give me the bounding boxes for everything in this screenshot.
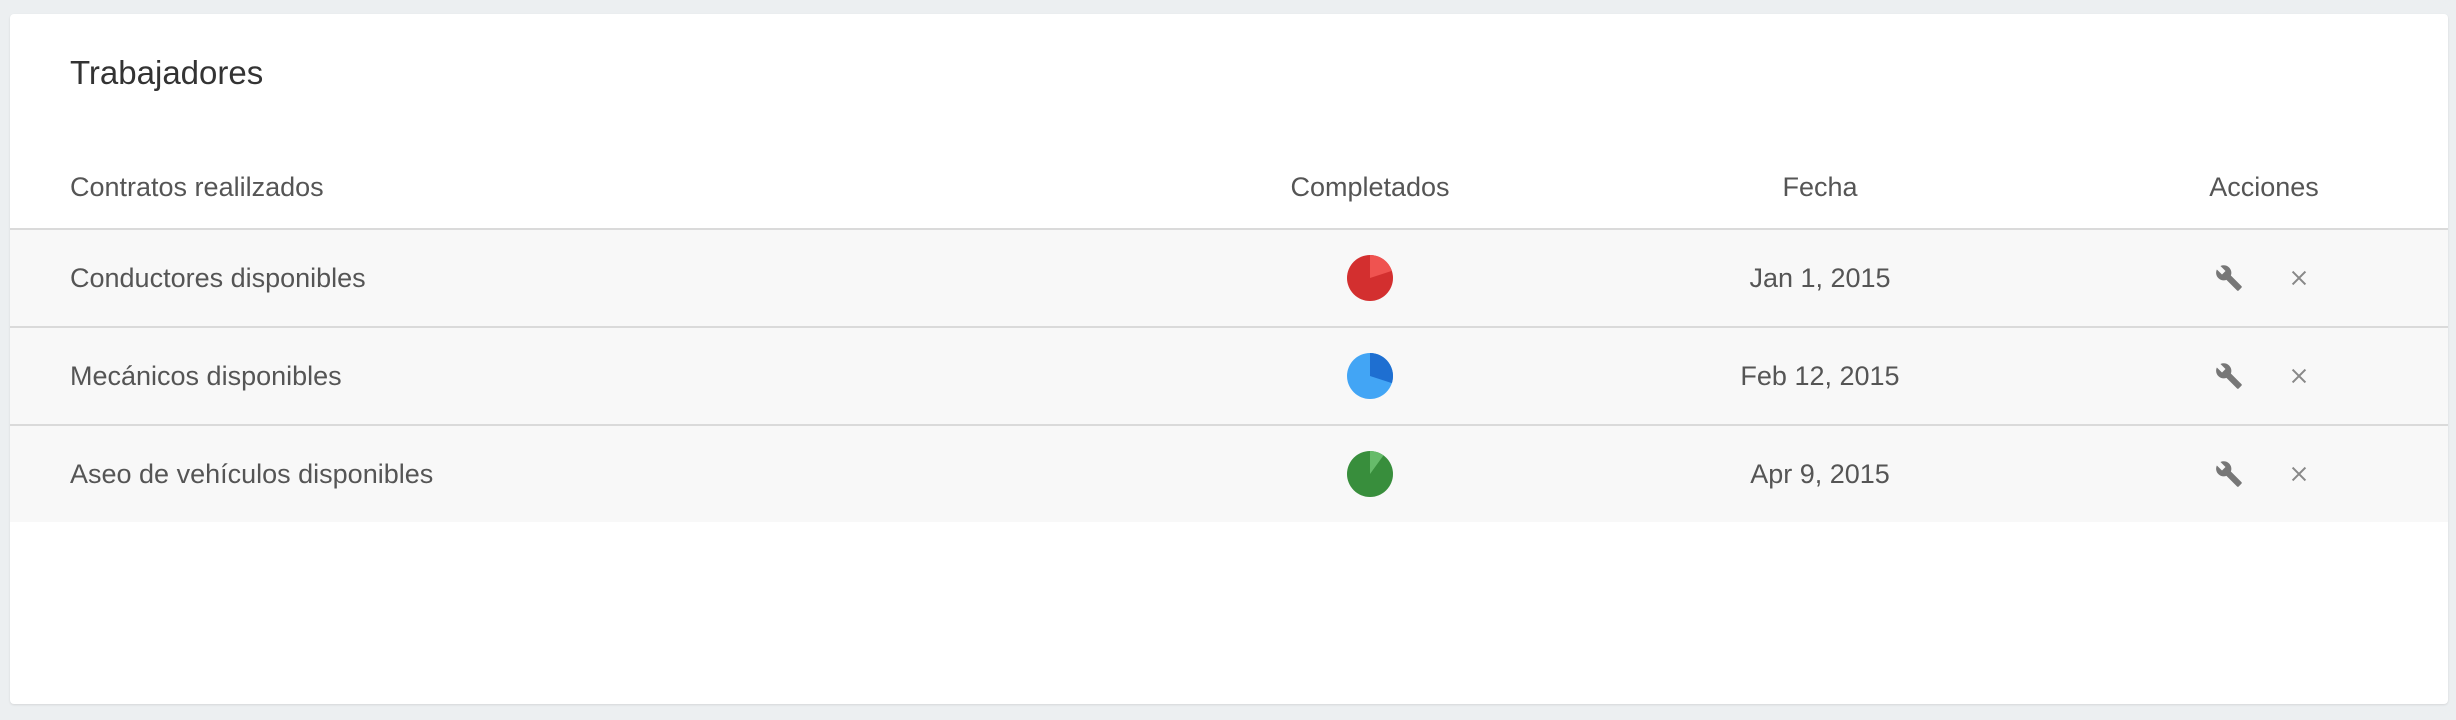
wrench-icon[interactable] (2209, 356, 2249, 396)
card-title: Trabajadores (70, 54, 264, 91)
close-icon[interactable] (2279, 258, 2319, 298)
column-header-date: Fecha (1620, 146, 2020, 230)
column-header-completed: Completados (1120, 146, 1620, 230)
row-name: Mecánicos disponibles (10, 327, 1120, 426)
close-icon[interactable] (2279, 356, 2319, 396)
contracts-table: Contratos realilzados Completados Fecha … (10, 146, 2448, 522)
row-date: Jan 1, 2015 (1620, 229, 2020, 328)
row-date: Feb 12, 2015 (1620, 327, 2020, 426)
completion-pie-chart (1347, 255, 1393, 301)
row-name: Aseo de vehículos disponibles (10, 425, 1120, 522)
row-date: Apr 9, 2015 (1620, 425, 2020, 522)
column-header-contracts: Contratos realilzados (10, 146, 1120, 230)
table-row: Conductores disponibles Jan 1, 2015 (10, 229, 2448, 328)
completion-pie-chart (1347, 353, 1393, 399)
completion-pie-chart (1347, 451, 1393, 497)
workers-card: Trabajadores Contratos realilzados Compl… (10, 14, 2448, 704)
column-header-actions: Acciones (2020, 146, 2448, 230)
table-row: Aseo de vehículos disponibles Apr 9, 201… (10, 425, 2448, 522)
table-row: Mecánicos disponibles Feb 12, 2015 (10, 327, 2448, 426)
wrench-icon[interactable] (2209, 258, 2249, 298)
row-name: Conductores disponibles (10, 229, 1120, 328)
close-icon[interactable] (2279, 454, 2319, 494)
table-header-row: Contratos realilzados Completados Fecha … (10, 146, 2448, 230)
wrench-icon[interactable] (2209, 454, 2249, 494)
